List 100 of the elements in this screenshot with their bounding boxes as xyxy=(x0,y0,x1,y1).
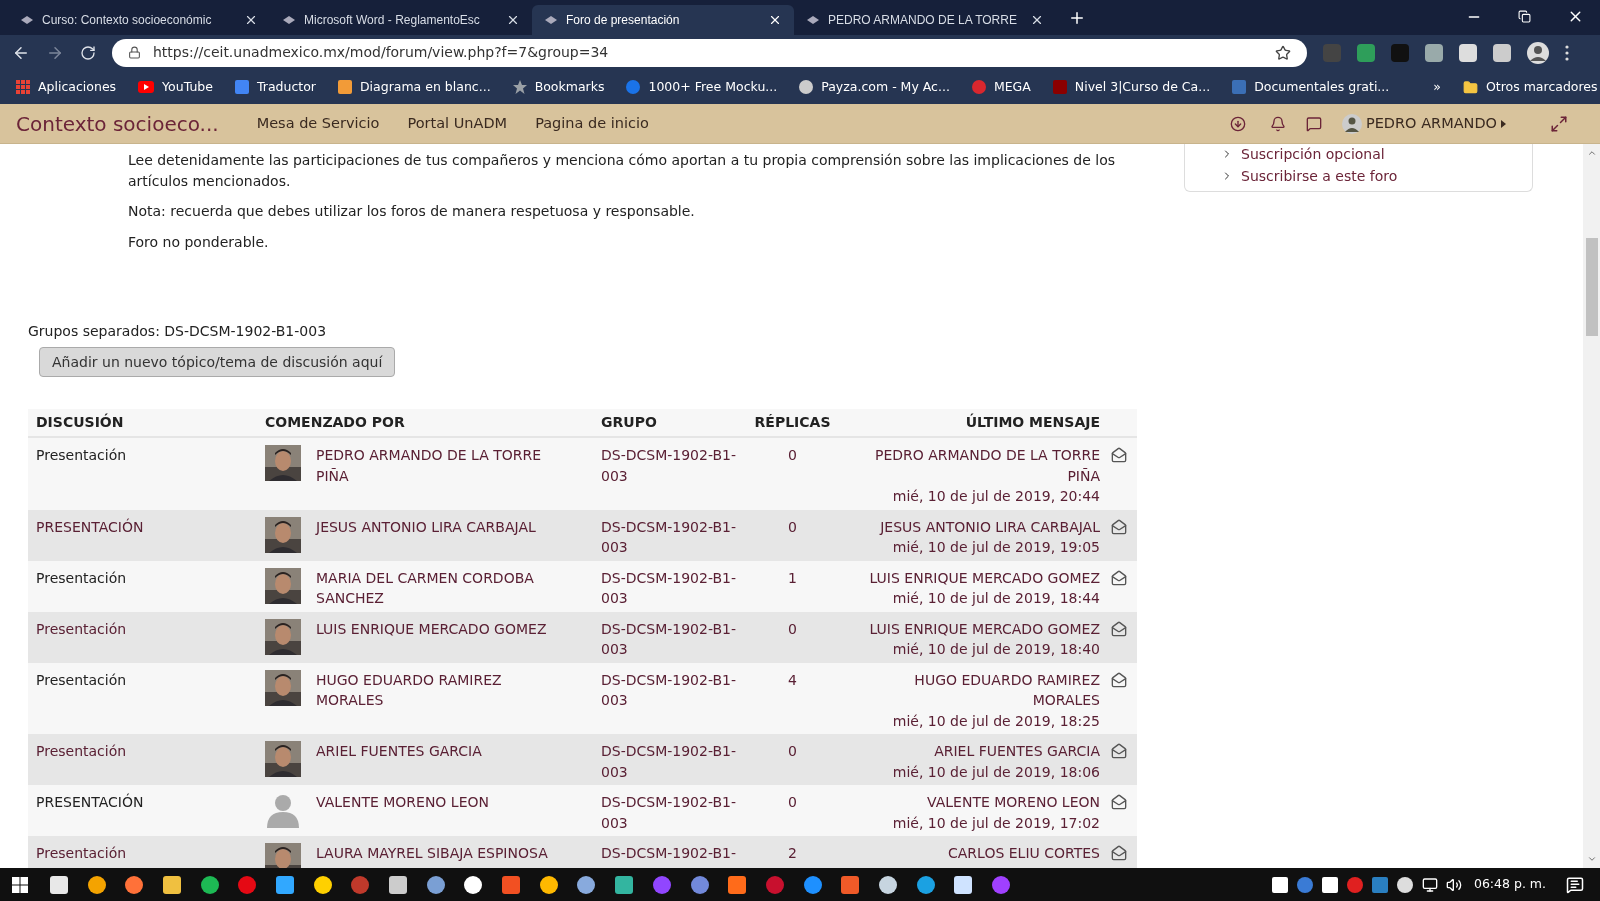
last-post-date[interactable]: mié, 10 de jul de 2019, 18:44 xyxy=(892,588,1100,609)
discussion-link[interactable]: Presentación xyxy=(36,569,127,586)
group-link[interactable]: DS-DCSM-1902-B1-003 xyxy=(601,792,743,833)
extension-icon[interactable] xyxy=(1459,43,1477,62)
app-icon[interactable] xyxy=(275,875,294,894)
network-icon[interactable] xyxy=(1421,876,1438,893)
last-post-date[interactable]: mié, 10 de jul de 2019, 20:44 xyxy=(892,486,1100,507)
mail-icon[interactable] xyxy=(1110,518,1127,535)
add-discussion-button[interactable]: Añadir un nuevo tópico/tema de discusión aquí xyxy=(39,347,396,377)
download-icon[interactable] xyxy=(1229,115,1246,132)
discussion-link[interactable]: Presentación xyxy=(36,620,127,637)
app-icon[interactable] xyxy=(87,875,106,894)
app-icon[interactable] xyxy=(615,875,634,894)
app-icon[interactable] xyxy=(49,875,68,894)
app-icon[interactable] xyxy=(162,875,181,894)
tray-icon[interactable] xyxy=(1321,876,1338,893)
app-icon[interactable] xyxy=(577,875,596,894)
browser-tab[interactable]: Curso: Contexto socioeconómic xyxy=(8,5,270,35)
notifications-center-icon[interactable] xyxy=(1566,875,1584,894)
app-icon[interactable] xyxy=(916,875,935,894)
clock[interactable]: 06:48 p. m. xyxy=(1473,875,1546,894)
nav-link[interactable]: Pagina de inicio xyxy=(535,112,649,135)
author-link[interactable]: PEDRO ARMANDO DE LA TORRE PIÑA xyxy=(316,445,561,507)
group-link[interactable]: DS-DCSM-1902-B1-003 xyxy=(601,669,743,711)
app-icon[interactable] xyxy=(728,875,747,894)
address-bar[interactable]: https://ceit.unadmexico.mx/mod/forum/view.php?f=7&group=34 xyxy=(112,38,1307,67)
bookmark-link[interactable]: Bookmarks xyxy=(534,77,605,97)
nav-link[interactable]: Mesa de Servicio xyxy=(256,112,380,135)
last-post-author[interactable]: ARIEL FUENTES GARCIA xyxy=(934,741,1100,762)
mail-icon[interactable] xyxy=(1110,794,1127,810)
mail-icon[interactable] xyxy=(1110,569,1127,586)
last-post-author[interactable]: VALENTE MORENO LEON xyxy=(927,792,1100,813)
sidebar-link[interactable]: Suscripción opcional xyxy=(1241,144,1385,165)
last-post-date[interactable]: mié, 10 de jul de 2019, 18:06 xyxy=(892,761,1100,782)
scroll-up-icon[interactable] xyxy=(1586,148,1597,158)
course-title[interactable]: Contexto socioeco... xyxy=(16,108,219,139)
start-icon[interactable] xyxy=(12,876,28,893)
last-post-author[interactable]: JESUS ANTONIO LIRA CARBAJAL xyxy=(880,516,1100,537)
author-link[interactable]: ARIEL FUENTES GARCIA xyxy=(316,741,561,782)
author-link[interactable]: JESUS ANTONIO LIRA CARBAJAL xyxy=(316,516,561,558)
new-tab-icon[interactable] xyxy=(1068,9,1086,27)
group-link[interactable]: DS-DCSM-1902-B1-003 xyxy=(601,618,743,660)
more-bookmarks[interactable]: » xyxy=(1433,77,1441,97)
bookmark-link[interactable]: YouTube xyxy=(162,77,213,97)
user-menu[interactable]: PEDRO ARMANDO xyxy=(1341,112,1506,135)
scrollbar[interactable] xyxy=(1583,144,1600,868)
mail-icon[interactable] xyxy=(1110,671,1127,688)
discussion-link[interactable]: PRESENTACIÓN xyxy=(36,518,144,535)
last-post-author[interactable]: LUIS ENRIQUE MERCADO GOMEZ xyxy=(869,567,1100,588)
notifications-icon[interactable] xyxy=(1269,115,1286,132)
last-post-author[interactable]: CARLOS ELIU CORTES xyxy=(948,843,1100,864)
close-icon[interactable] xyxy=(1030,13,1044,27)
close-icon[interactable] xyxy=(768,13,782,27)
discussion-link[interactable]: Presentación xyxy=(36,671,127,688)
bookmark-star-icon[interactable] xyxy=(1275,44,1291,61)
app-icon[interactable] xyxy=(539,875,558,894)
app-icon[interactable] xyxy=(125,875,144,894)
app-icon[interactable] xyxy=(464,875,483,894)
author-link[interactable]: MARIA DEL CARMEN CORDOBA SANCHEZ xyxy=(316,567,561,609)
volume-icon[interactable] xyxy=(1445,876,1462,893)
app-icon[interactable] xyxy=(426,875,445,894)
last-post-date[interactable]: mié, 10 de jul de 2019, 18:40 xyxy=(892,639,1100,660)
fullscreen-icon[interactable] xyxy=(1550,114,1568,133)
sidebar-link[interactable]: Suscribirse a este foro xyxy=(1241,165,1398,187)
app-icon[interactable] xyxy=(200,875,219,894)
bookmark-link[interactable]: 1000+ Free Mocku... xyxy=(648,77,778,97)
app-icon[interactable] xyxy=(313,875,332,894)
last-post-author[interactable]: LUIS ENRIQUE MERCADO GOMEZ xyxy=(869,618,1100,639)
mail-icon[interactable] xyxy=(1110,743,1127,759)
bookmark-link[interactable]: Traductor xyxy=(256,77,316,97)
bookmark-link[interactable]: Nivel 3|Curso de Ca... xyxy=(1074,77,1211,97)
browser-tab[interactable]: Foro de presentación xyxy=(532,5,794,35)
group-link[interactable]: DS-DCSM-1902-B1- xyxy=(601,843,743,864)
menu-icon[interactable] xyxy=(1565,44,1569,61)
group-link[interactable]: DS-DCSM-1902-B1-003 xyxy=(601,567,743,609)
discussion-link[interactable]: PRESENTACIÓN xyxy=(36,794,144,810)
author-link[interactable]: HUGO EDUARDO RAMIREZ MORALES xyxy=(316,669,561,731)
bookmark-link[interactable]: Diagrama en blanc... xyxy=(359,77,491,97)
last-post-date[interactable]: mié, 10 de jul de 2019, 17:02 xyxy=(892,812,1100,833)
tray-icon[interactable] xyxy=(1396,876,1413,893)
tray-icon[interactable] xyxy=(1271,876,1288,893)
browser-tab[interactable]: Microsoft Word - ReglamentoEsc xyxy=(270,5,532,35)
discussion-link[interactable]: Presentación xyxy=(36,447,127,463)
author-link[interactable]: VALENTE MORENO LEON xyxy=(316,792,561,833)
author-link[interactable]: LUIS ENRIQUE MERCADO GOMEZ xyxy=(316,618,561,660)
scrollbar-thumb[interactable] xyxy=(1585,238,1598,336)
app-icon[interactable] xyxy=(690,875,709,894)
reload-icon[interactable] xyxy=(80,44,96,61)
app-icon[interactable] xyxy=(803,875,822,894)
close-icon[interactable] xyxy=(244,13,258,27)
bookmark-link[interactable]: Otros marcadores xyxy=(1485,77,1598,97)
mail-icon[interactable] xyxy=(1110,447,1127,463)
group-link[interactable]: DS-DCSM-1902-B1-003 xyxy=(601,516,743,558)
extension-icon[interactable] xyxy=(1493,43,1511,62)
bookmark-link[interactable]: MEGA xyxy=(993,77,1031,97)
messages-icon[interactable] xyxy=(1305,115,1322,132)
nav-link[interactable]: Portal UnADM xyxy=(407,112,508,135)
app-icon[interactable] xyxy=(878,875,897,894)
group-link[interactable]: DS-DCSM-1902-B1-003 xyxy=(601,445,743,486)
mail-icon[interactable] xyxy=(1110,620,1127,637)
